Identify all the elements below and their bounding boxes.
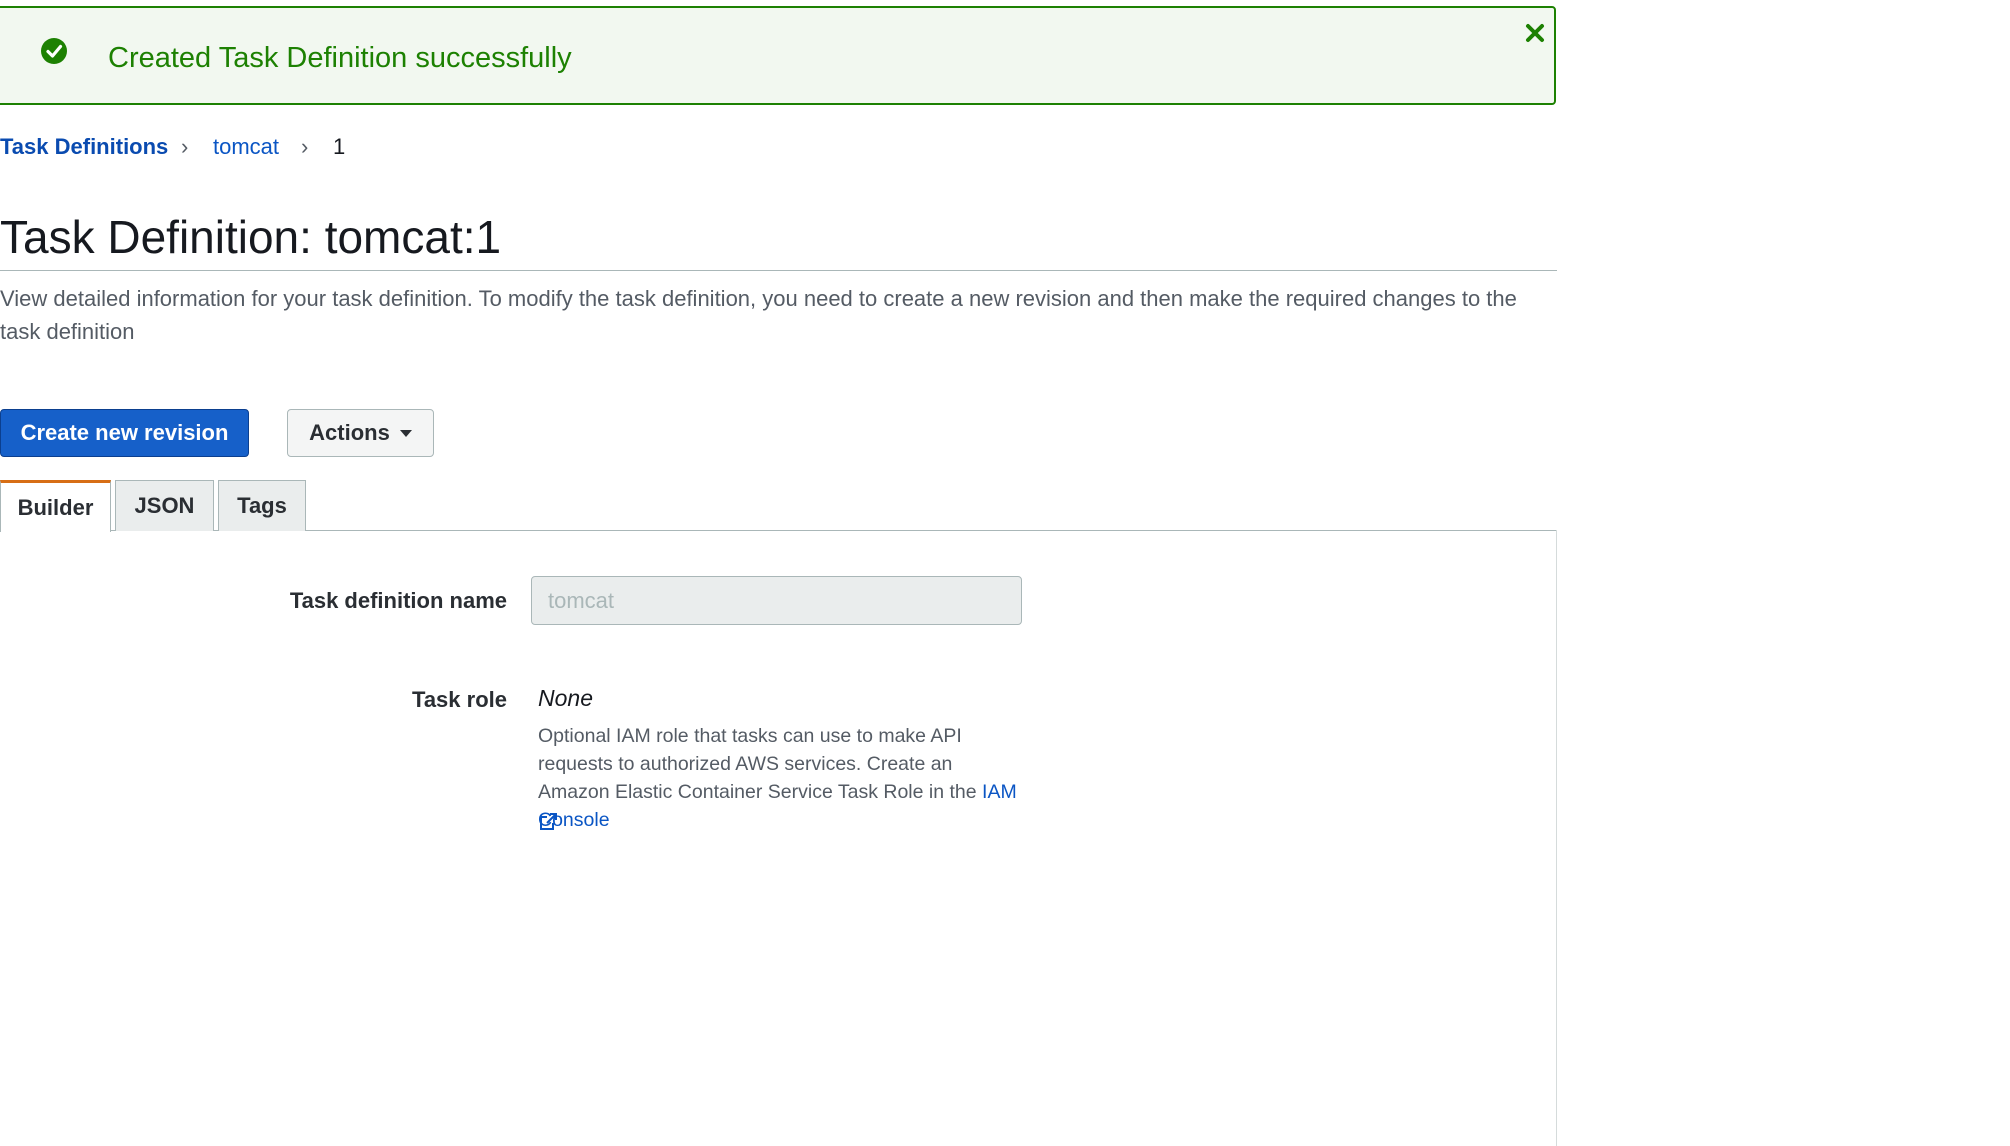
task-role-label: Task role	[412, 687, 507, 712]
external-link-icon[interactable]	[538, 812, 558, 832]
close-icon[interactable]	[1524, 22, 1546, 44]
task-role-help: Optional IAM role that tasks can use to …	[538, 722, 1028, 834]
task-role-help-text: Optional IAM role that tasks can use to …	[538, 725, 977, 803]
tab-builder-label: Builder	[17, 494, 94, 520]
breadcrumb-current: 1	[333, 134, 346, 159]
page-title: Task Definition: tomcat:1	[0, 211, 502, 263]
tab-builder[interactable]: Builder	[0, 480, 111, 532]
task-definition-name-label: Task definition name	[289, 588, 507, 613]
success-banner: Created Task Definition successfully	[0, 6, 1556, 105]
actions-label: Actions	[309, 420, 390, 445]
tab-tags-label: Tags	[237, 493, 287, 518]
actions-dropdown-button[interactable]: Actions	[287, 409, 434, 457]
check-circle-icon	[41, 38, 67, 64]
panel-border	[1556, 530, 1557, 1146]
tab-json[interactable]: JSON	[115, 480, 214, 531]
create-new-revision-button[interactable]: Create new revision	[0, 409, 249, 457]
task-role-value: None	[538, 685, 593, 711]
caret-down-icon	[399, 429, 412, 437]
title-divider	[0, 270, 1557, 271]
create-new-revision-label: Create new revision	[20, 420, 229, 445]
page-description: View detailed information for your task …	[0, 286, 1517, 344]
breadcrumb-separator: ›	[301, 134, 309, 159]
success-message: Created Task Definition successfully	[108, 42, 572, 74]
breadcrumb-tomcat[interactable]: tomcat	[213, 134, 279, 160]
tab-tags[interactable]: Tags	[218, 480, 306, 531]
breadcrumb-task-definitions[interactable]: Task Definitions	[0, 134, 168, 160]
breadcrumb-separator: ›	[181, 134, 189, 159]
tab-json-label: JSON	[134, 493, 195, 518]
task-definition-name-field[interactable]	[531, 576, 1022, 625]
